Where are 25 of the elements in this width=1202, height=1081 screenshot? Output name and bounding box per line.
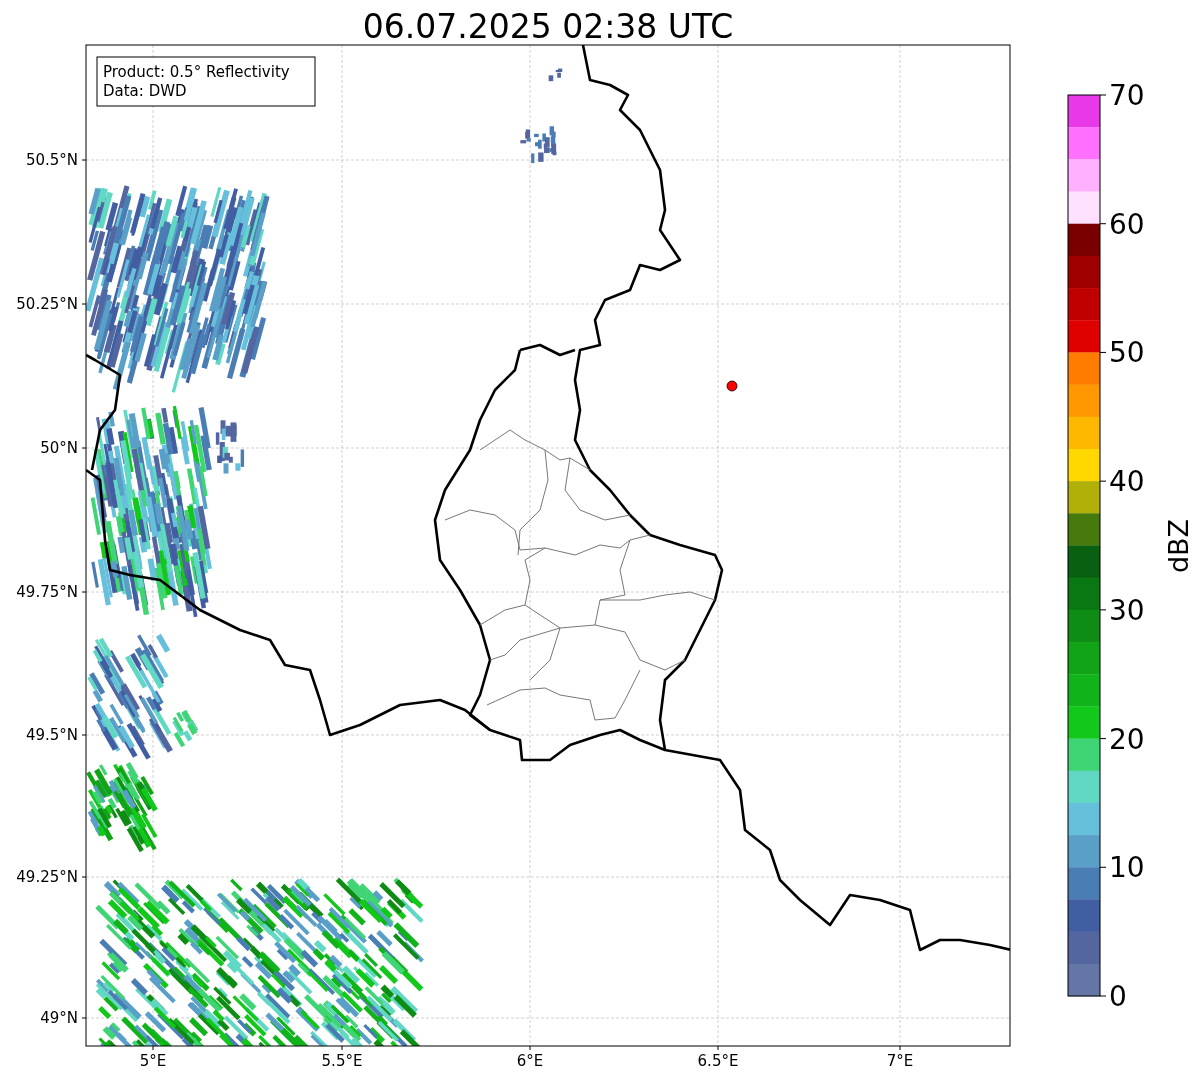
latitude-label: 49.5°N (25, 726, 78, 744)
colorbar-tick-label: 50 (1109, 336, 1145, 370)
latitude-label: 49.75°N (16, 583, 78, 601)
longitude-label: 6.5°E (697, 1052, 739, 1070)
colorbar-tick-label: 10 (1109, 851, 1145, 885)
info-text: Data: DWD (103, 82, 187, 100)
colorbar-tick-label: 60 (1109, 207, 1145, 241)
chart-title: 06.07.2025 02:38 UTC (362, 7, 734, 46)
longitude-label: 5.5°E (321, 1052, 363, 1070)
colorbar-tick-label: 20 (1109, 722, 1145, 756)
latitude-label: 50°N (40, 439, 78, 457)
latitude-label: 50.25°N (16, 295, 78, 313)
colorbar-tick-label: 70 (1109, 79, 1145, 112)
longitude-label: 7°E (886, 1052, 914, 1070)
latitude-label: 49.25°N (16, 868, 78, 886)
colorbar-label: dBZ (1163, 518, 1194, 574)
latitude-label: 49°N (40, 1009, 78, 1027)
longitude-label: 5°E (139, 1052, 167, 1070)
colorbar-tick-label: 30 (1109, 593, 1145, 627)
longitude-label: 6°E (516, 1052, 544, 1070)
colorbar-tick-label: 40 (1109, 465, 1145, 499)
latitude-label: 50.5°N (25, 151, 78, 169)
location-marker-icon (726, 380, 738, 392)
colorbar-tick-label: 0 (1109, 980, 1127, 1013)
info-text: Product: 0.5° Reflectivity (103, 63, 290, 81)
